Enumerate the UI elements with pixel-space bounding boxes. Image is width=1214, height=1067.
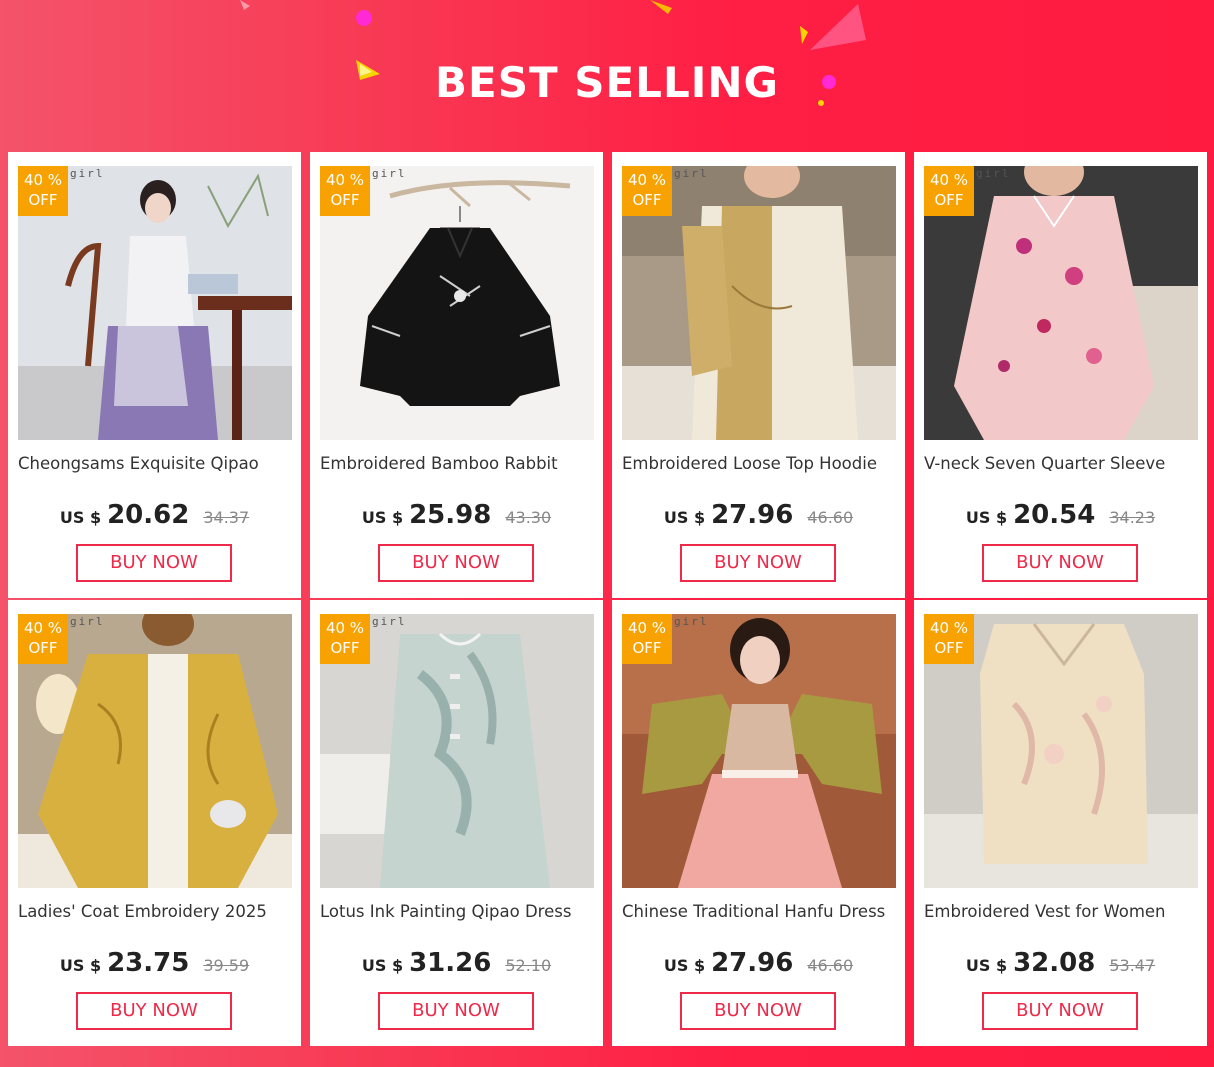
sale-price: 25.98 [409,500,492,530]
product-name[interactable]: Ladies' Coat Embroidery 2025 [18,902,294,921]
original-price: 53.47 [1109,956,1156,975]
product-name[interactable]: Cheongsams Exquisite Qipao [18,454,294,473]
sale-price: 20.54 [1013,500,1096,530]
discount-badge: 40 % OFF [18,166,68,216]
product-card[interactable]: 40 % OFF girl Ladies' Coat Embroidery 202… [8,600,301,1046]
currency-label: US $ [59,956,102,975]
currency-label: US $ [361,956,404,975]
product-image[interactable]: 40 % OFF girl [18,614,292,888]
product-name[interactable]: Embroidered Vest for Women [924,902,1200,921]
original-price: 52.10 [505,956,552,975]
brand-watermark: girl [674,167,709,180]
currency-label: US $ [361,508,404,527]
price-row: US $ 20.62 34.37 [8,500,301,530]
buy-now-button[interactable]: BUY NOW [680,544,836,582]
discount-badge: 40 % OFF [320,166,370,216]
original-price: 46.60 [807,956,854,975]
product-image[interactable]: 40 % OFF girl [320,166,594,440]
price-row: US $ 23.75 39.59 [8,948,301,978]
brand-watermark: girl [70,167,105,180]
product-grid: 40 % OFF girl Cheongsams Exquisite Qipao … [0,0,1214,1067]
sale-price: 27.96 [711,948,794,978]
brand-watermark: girl [372,615,407,628]
brand-watermark: girl [976,167,1011,180]
product-card[interactable]: 40 % OFF girl V-neck Seven Quarter Sleeve… [914,152,1207,598]
product-card[interactable]: 40 % OFF girl Embroidered Bamboo Rabbit U… [310,152,603,598]
discount-badge: 40 % OFF [924,166,974,216]
discount-badge: 40 % OFF [924,614,974,664]
product-image[interactable]: 40 % OFF girl [622,166,896,440]
original-price: 39.59 [203,956,250,975]
product-name[interactable]: Embroidered Bamboo Rabbit [320,454,596,473]
sale-price: 27.96 [711,500,794,530]
currency-label: US $ [965,508,1008,527]
price-row: US $ 25.98 43.30 [310,500,603,530]
product-name[interactable]: Chinese Traditional Hanfu Dress [622,902,898,921]
product-card[interactable]: 40 % OFF girl Cheongsams Exquisite Qipao … [8,152,301,598]
product-image[interactable]: 40 % OFF girl [320,614,594,888]
sale-price: 20.62 [107,500,190,530]
price-row: US $ 32.08 53.47 [914,948,1207,978]
original-price: 34.37 [203,508,250,527]
currency-label: US $ [663,956,706,975]
buy-now-button[interactable]: BUY NOW [982,544,1138,582]
product-image[interactable]: 40 % OFF girl [18,166,292,440]
buy-now-button[interactable]: BUY NOW [378,544,534,582]
sale-price: 23.75 [107,948,190,978]
price-row: US $ 20.54 34.23 [914,500,1207,530]
product-card[interactable]: 40 % OFF girl Lotus Ink Painting Qipao Dr… [310,600,603,1046]
buy-now-button[interactable]: BUY NOW [76,992,232,1030]
original-price: 46.60 [807,508,854,527]
product-card[interactable]: 40 % OFF Embroidered Vest for Women US $ 3… [914,600,1207,1046]
product-card[interactable]: 40 % OFF girl Chinese Traditional Hanfu D… [612,600,905,1046]
currency-label: US $ [965,956,1008,975]
product-name[interactable]: Lotus Ink Painting Qipao Dress [320,902,596,921]
product-name[interactable]: V-neck Seven Quarter Sleeve [924,454,1200,473]
product-image[interactable]: 40 % OFF girl [622,614,896,888]
product-image[interactable]: 40 % OFF girl [924,166,1198,440]
discount-badge: 40 % OFF [622,166,672,216]
brand-watermark: girl [70,615,105,628]
product-name[interactable]: Embroidered Loose Top Hoodie [622,454,898,473]
price-row: US $ 27.96 46.60 [612,500,905,530]
original-price: 34.23 [1109,508,1156,527]
brand-watermark: girl [674,615,709,628]
currency-label: US $ [59,508,102,527]
price-row: US $ 31.26 52.10 [310,948,603,978]
discount-badge: 40 % OFF [320,614,370,664]
sale-price: 31.26 [409,948,492,978]
buy-now-button[interactable]: BUY NOW [76,544,232,582]
product-image[interactable]: 40 % OFF [924,614,1198,888]
sale-price: 32.08 [1013,948,1096,978]
price-row: US $ 27.96 46.60 [612,948,905,978]
currency-label: US $ [663,508,706,527]
buy-now-button[interactable]: BUY NOW [982,992,1138,1030]
brand-watermark: girl [372,167,407,180]
buy-now-button[interactable]: BUY NOW [378,992,534,1030]
buy-now-button[interactable]: BUY NOW [680,992,836,1030]
discount-badge: 40 % OFF [622,614,672,664]
product-card[interactable]: 40 % OFF girl Embroidered Loose Top Hoodi… [612,152,905,598]
original-price: 43.30 [505,508,552,527]
discount-badge: 40 % OFF [18,614,68,664]
